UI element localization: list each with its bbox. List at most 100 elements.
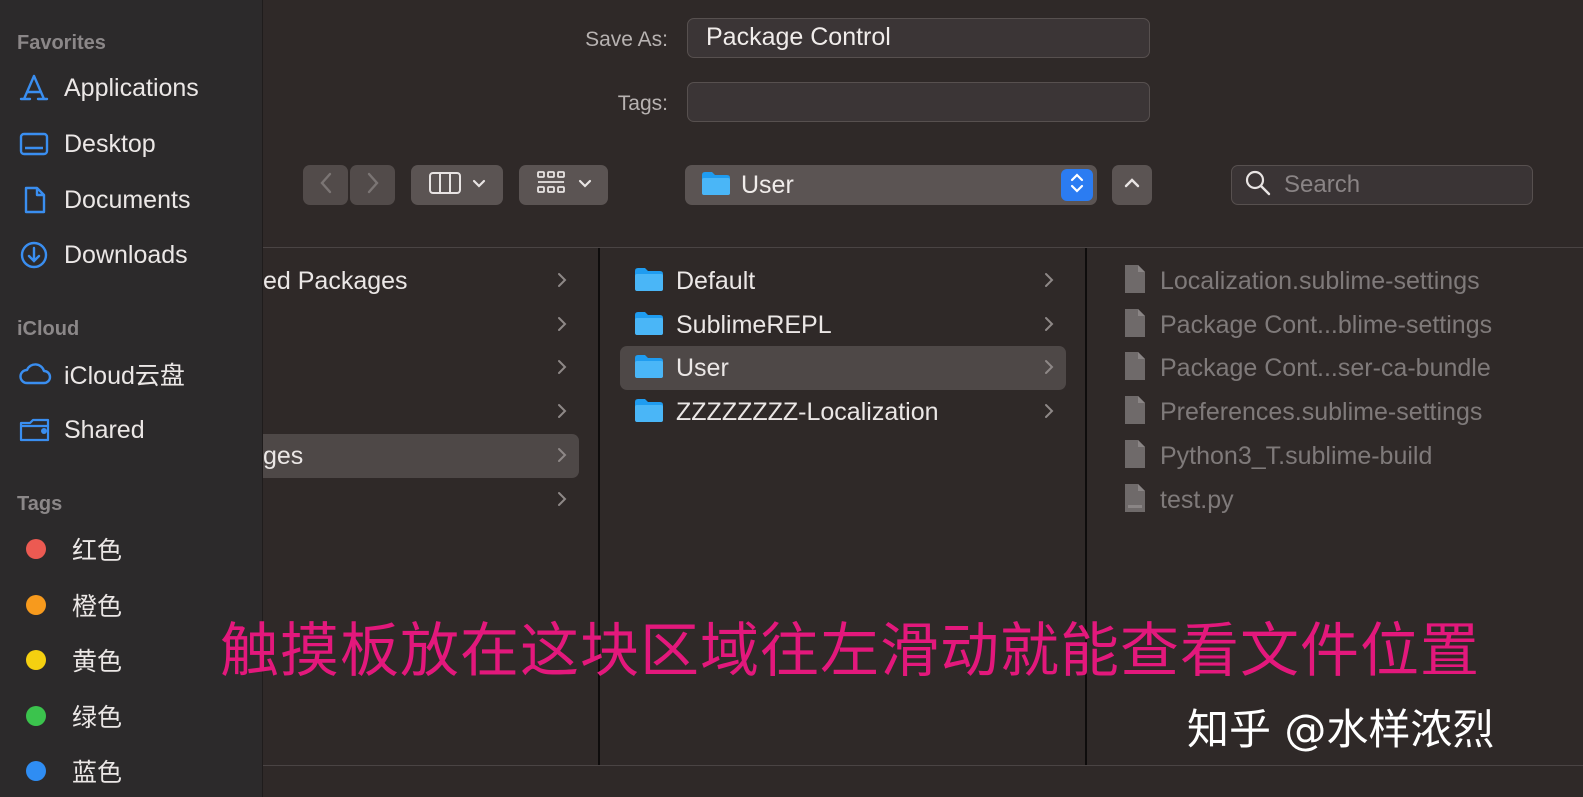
instruction-overlay-text: 触摸板放在这块区域往左滑动就能查看文件位置: [220, 616, 1481, 685]
sidebar-item-label: Downloads: [64, 240, 188, 269]
folder-row-default[interactable]: Default: [620, 259, 1066, 303]
chevron-down-icon: [578, 176, 592, 194]
sidebar-item-label: 蓝色: [72, 759, 123, 787]
sidebar-item-desktop[interactable]: Desktop: [18, 122, 258, 166]
location-popup[interactable]: User: [685, 165, 1097, 205]
applications-icon: [18, 73, 54, 103]
document-icon: [18, 185, 54, 215]
file-row[interactable]: Python3_T.sublime-build: [1088, 434, 1568, 478]
file-icon: [1124, 308, 1146, 343]
browser-bottom-divider: [263, 765, 1583, 766]
file-row[interactable]: test.py: [1088, 478, 1568, 522]
location-label: User: [741, 170, 794, 199]
sidebar-tag-blue[interactable]: 蓝色: [18, 749, 258, 793]
search-input[interactable]: [1284, 171, 1524, 199]
list-item[interactable]: ed Packages: [263, 259, 579, 303]
item-name: User: [676, 353, 729, 382]
sidebar-item-shared[interactable]: Shared: [18, 408, 258, 452]
list-item[interactable]: [263, 346, 579, 390]
sidebar-item-applications[interactable]: Applications: [18, 66, 258, 110]
sidebar-item-documents[interactable]: Documents: [18, 178, 258, 222]
grid-icon: [536, 170, 566, 201]
sidebar-item-label: 绿色: [72, 704, 123, 732]
chevron-down-icon: [472, 176, 486, 194]
list-item[interactable]: [263, 303, 579, 347]
sidebar-item-label: iCloud云盘: [64, 362, 185, 390]
item-name: SublimeREPL: [676, 310, 832, 339]
sidebar-item-label: 黄色: [72, 648, 123, 676]
search-field[interactable]: [1231, 165, 1533, 205]
sidebar-item-label: Shared: [64, 415, 145, 444]
blue-tag-dot-icon: [26, 761, 46, 781]
sidebar-item-label: 橙色: [72, 593, 123, 621]
up-down-chevron-icon: [1069, 171, 1085, 200]
item-name: ges: [263, 441, 304, 470]
desktop-icon: [18, 129, 54, 159]
folder-row-sublimerepl[interactable]: SublimeREPL: [620, 303, 1066, 347]
location-stepper[interactable]: [1061, 169, 1093, 201]
downloads-icon: [18, 240, 54, 270]
icloud-heading: iCloud: [17, 318, 80, 340]
item-name: Python3_T.sublime-build: [1160, 441, 1433, 470]
sidebar-item-icloud-drive[interactable]: iCloud云盘: [18, 352, 258, 396]
chevron-right-icon: [555, 444, 569, 471]
save-as-field[interactable]: Package Control: [687, 18, 1150, 58]
sidebar-item-label: Applications: [64, 73, 199, 102]
folder-icon: [701, 170, 731, 201]
folder-row-localization[interactable]: ZZZZZZZZ-Localization: [620, 390, 1066, 434]
chevron-up-icon: [1123, 176, 1141, 194]
expand-collapse-button[interactable]: [1112, 165, 1152, 205]
sidebar-tag-red[interactable]: 红色: [18, 527, 258, 571]
sidebar-item-downloads[interactable]: Downloads: [18, 233, 258, 277]
folder-icon: [634, 397, 664, 428]
tags-field[interactable]: [687, 82, 1150, 122]
list-item[interactable]: [263, 390, 579, 434]
tags-label: Tags:: [617, 92, 668, 115]
back-button[interactable]: [303, 165, 348, 205]
red-tag-dot-icon: [26, 539, 46, 559]
item-name: Preferences.sublime-settings: [1160, 397, 1483, 426]
file-row[interactable]: Localization.sublime-settings: [1088, 259, 1568, 303]
group-by-button[interactable]: [519, 165, 608, 205]
python-file-icon: [1124, 483, 1146, 518]
forward-button[interactable]: [350, 165, 395, 205]
chevron-right-icon: [1042, 313, 1056, 340]
chevron-right-icon: [555, 400, 569, 427]
chevron-right-icon: [1042, 269, 1056, 296]
chevron-right-icon: [555, 488, 569, 515]
item-name: ed Packages: [263, 266, 408, 295]
item-name: test.py: [1160, 485, 1234, 514]
chevron-right-icon: [555, 269, 569, 296]
shared-folder-icon: [18, 415, 54, 445]
item-name: ZZZZZZZZ-Localization: [676, 397, 939, 426]
folder-icon: [634, 353, 664, 384]
green-tag-dot-icon: [26, 706, 46, 726]
list-item[interactable]: [263, 478, 579, 522]
sidebar-tag-green[interactable]: 绿色: [18, 694, 258, 738]
item-name: Package Cont...ser-ca-bundle: [1160, 353, 1491, 382]
file-row[interactable]: Package Cont...ser-ca-bundle: [1088, 346, 1568, 390]
yellow-tag-dot-icon: [26, 650, 46, 670]
view-mode-button[interactable]: [411, 165, 503, 205]
file-icon: [1124, 264, 1146, 299]
folder-icon: [634, 266, 664, 297]
sidebar-item-label: Desktop: [64, 129, 156, 158]
chevron-right-icon: [555, 356, 569, 383]
file-row[interactable]: Package Cont...blime-settings: [1088, 303, 1568, 347]
tags-heading: Tags: [17, 493, 63, 515]
favorites-heading: Favorites: [17, 32, 106, 54]
chevron-right-icon: [555, 313, 569, 340]
list-item-selected[interactable]: ges: [263, 434, 579, 478]
folder-row-user[interactable]: User: [620, 346, 1066, 390]
file-icon: [1124, 395, 1146, 430]
browser-top-divider: [263, 247, 1583, 248]
folder-icon: [634, 310, 664, 341]
file-row[interactable]: Preferences.sublime-settings: [1088, 390, 1568, 434]
save-as-label: Save As:: [585, 28, 668, 51]
item-name: Package Cont...blime-settings: [1160, 310, 1493, 339]
chevron-right-icon: [1042, 356, 1056, 383]
watermark: 知乎 @水样浓烈: [1187, 705, 1495, 754]
chevron-left-icon: [318, 171, 334, 200]
item-name: Default: [676, 266, 756, 295]
chevron-right-icon: [1042, 400, 1056, 427]
